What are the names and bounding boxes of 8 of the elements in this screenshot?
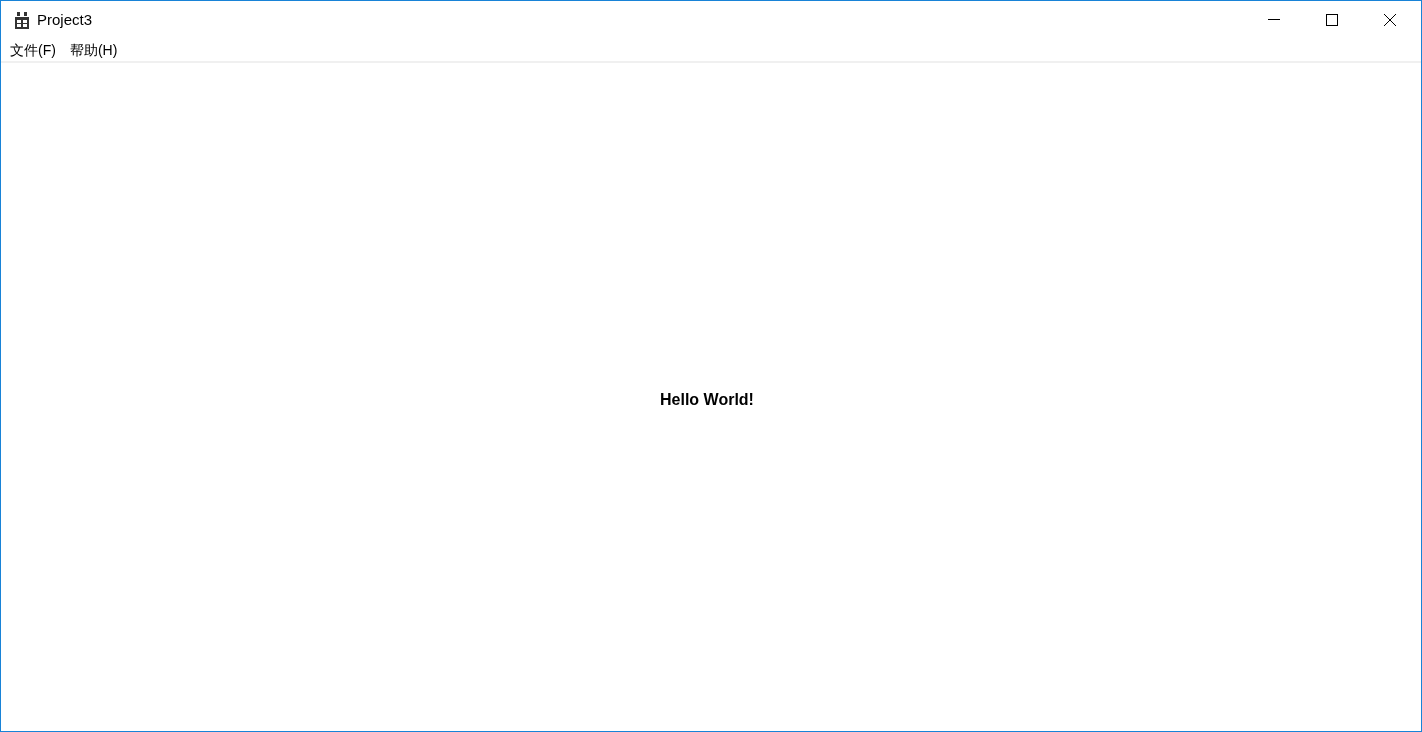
menu-item[interactable]: 帮助(H) bbox=[62, 39, 125, 61]
close-icon bbox=[1384, 14, 1396, 26]
window-title: Project3 bbox=[37, 9, 93, 30]
maximize-icon bbox=[1326, 14, 1338, 26]
hello-text: Hello World! bbox=[660, 390, 754, 410]
minimize-icon bbox=[1268, 19, 1280, 21]
app-icon bbox=[14, 11, 30, 29]
menu-item[interactable]: 文件(F) bbox=[3, 39, 63, 61]
